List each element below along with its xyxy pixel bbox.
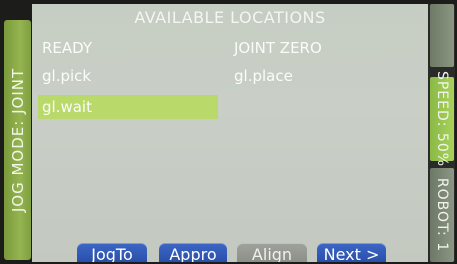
teach-pendant-display: JOG MODE: JOINT AVAILABLE LOCATIONS READ… [0, 0, 457, 264]
location-item-ready[interactable]: READY [42, 39, 92, 57]
jog-mode-indicator[interactable]: JOG MODE: JOINT [4, 20, 31, 260]
jogto-button[interactable]: JogTo [77, 243, 147, 262]
right-side-panel: SPEED: 50% ROBOT: 1 [428, 4, 455, 262]
screen-title: AVAILABLE LOCATIONS [134, 8, 326, 27]
jog-mode-label: JOG MODE: JOINT [8, 67, 27, 213]
next-button[interactable]: Next > [317, 243, 386, 262]
location-item-gl-wait-selected[interactable]: gl.wait [38, 95, 218, 119]
robot-selector[interactable]: ROBOT: 1 [430, 168, 454, 262]
location-item-gl-place[interactable]: gl.place [234, 67, 293, 85]
speed-label: SPEED: 50% [434, 70, 450, 168]
right-strip-top-segment[interactable] [430, 4, 454, 67]
robot-label: ROBOT: 1 [434, 177, 450, 253]
location-item-joint-zero[interactable]: JOINT ZERO [234, 39, 322, 57]
appro-button[interactable]: Appro [159, 243, 227, 262]
speed-indicator[interactable]: SPEED: 50% [430, 71, 454, 167]
locations-screen: AVAILABLE LOCATIONS READY JOINT ZERO gl.… [32, 4, 428, 262]
align-button[interactable]: Align [237, 243, 307, 262]
location-item-gl-pick[interactable]: gl.pick [42, 67, 91, 85]
